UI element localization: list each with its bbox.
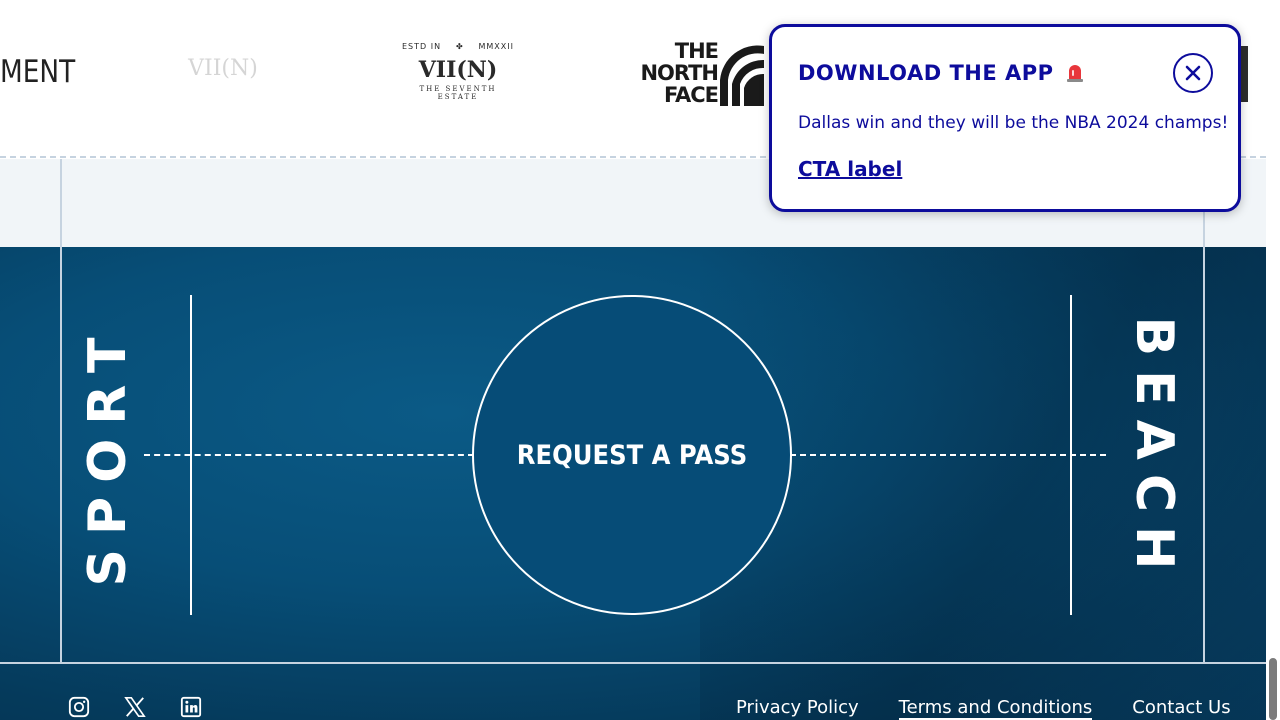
request-pass-button[interactable]: REQUEST A PASS [472, 295, 792, 615]
viin-name: VII(N) [418, 57, 498, 83]
court-dash-left [144, 454, 474, 456]
north-face-wordmark: THE NORTH FACE [640, 39, 719, 107]
privacy-policy-link[interactable]: Privacy Policy [736, 697, 859, 720]
viin-estd: ESTD IN [402, 42, 442, 51]
popup-cta-link[interactable]: CTA label [798, 157, 902, 181]
viin-logo-top: ESTD IN ✤ MMXXII [398, 38, 518, 51]
download-app-popup: DOWNLOAD THE APP Dallas win and they wil… [769, 24, 1241, 212]
siren-icon [1067, 65, 1083, 82]
court-section: REQUEST A PASS [0, 247, 1266, 720]
beach-label: BEACH [1124, 316, 1184, 584]
sport-label: SPORT [78, 323, 138, 587]
maple-leaf-icon: ✤ [455, 42, 464, 51]
court-border-right [1203, 247, 1205, 663]
terms-link[interactable]: Terms and Conditions [898, 697, 1093, 720]
court-border-bottom [0, 662, 1266, 664]
popup-message: Dallas win and they will be the NBA 2024… [798, 113, 1229, 133]
court-dash-right [790, 454, 1106, 456]
close-icon [1185, 65, 1201, 81]
scrollbar-thumb[interactable] [1269, 658, 1277, 720]
footer-links: Privacy Policy Terms and Conditions Cont… [736, 697, 1231, 720]
social-links [68, 696, 202, 718]
popup-title: DOWNLOAD THE APP [798, 61, 1054, 85]
sponsor-logo-north-face: THE NORTH FACE [622, 40, 766, 106]
sponsor-logo-viin: ESTD IN ✤ MMXXII VII(N) THE SEVENTH ESTA… [398, 38, 518, 114]
viin-tagline: THE SEVENTH ESTATE [419, 85, 497, 101]
scrollbar-track[interactable] [1266, 0, 1280, 720]
viin-year: MMXXII [478, 42, 514, 51]
sponsor-logo-faded: VII(N) [168, 40, 278, 106]
frame-line-left [60, 159, 62, 247]
sponsor-logo-partial: MENT [0, 54, 76, 90]
sponsor-logo-faded-mark: VII(N) [188, 56, 258, 81]
north-face-dome-icon [720, 45, 764, 106]
request-pass-label: REQUEST A PASS [516, 439, 748, 471]
linkedin-icon[interactable] [180, 696, 202, 718]
instagram-icon[interactable] [68, 696, 90, 718]
x-icon[interactable] [124, 696, 146, 718]
contact-us-link[interactable]: Contact Us [1132, 697, 1230, 720]
close-button[interactable] [1173, 53, 1213, 93]
court-border-left [60, 247, 62, 663]
